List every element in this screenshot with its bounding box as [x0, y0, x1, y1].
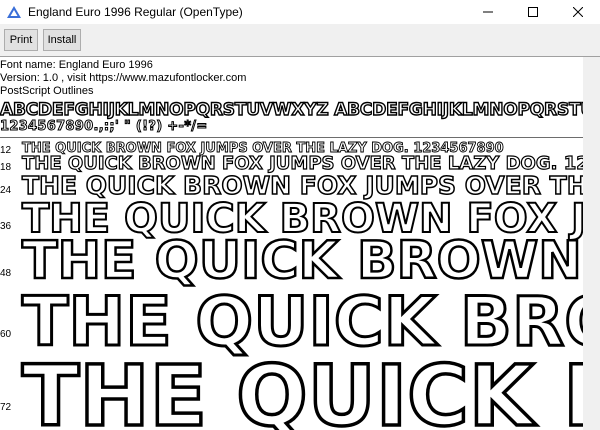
- size-label-36: 36: [0, 221, 12, 232]
- size-label-24: 24: [0, 185, 12, 196]
- close-button[interactable]: [555, 0, 600, 24]
- font-viewer-app-icon: [7, 6, 21, 18]
- size-label-12: 12: [0, 145, 12, 156]
- font-name-text: Font name: England Euro 1996: [0, 59, 153, 71]
- title-bar: England Euro 1996 Regular (OpenType): [0, 0, 600, 24]
- size-label-60: 60: [0, 329, 12, 340]
- install-button[interactable]: Install: [43, 29, 81, 51]
- font-preview-pane: Font name: England Euro 1996 Version: 1.…: [0, 57, 600, 430]
- maximize-button[interactable]: [510, 0, 555, 24]
- vertical-scrollbar[interactable]: [583, 57, 600, 430]
- charset-digits-symbols: 1234567890.,:;' " (!?) +-*/=: [0, 119, 208, 135]
- outline-type-text: PostScript Outlines: [0, 85, 94, 97]
- window-title: England Euro 1996 Regular (OpenType): [28, 5, 243, 19]
- size-label-18: 18: [0, 162, 12, 173]
- minimize-button[interactable]: [465, 0, 510, 24]
- version-text: Version: 1.0 , visit https://www.mazufon…: [0, 72, 247, 84]
- minimize-icon: [482, 11, 493, 13]
- close-icon: [572, 7, 583, 17]
- charset-uppercase: ABCDEFGHIJKLMNOPQRSTUVWXYZ ABCDEFGHIJKLM…: [0, 99, 583, 120]
- preview-area: Font name: England Euro 1996 Version: 1.…: [0, 57, 583, 430]
- sample-72: THE QUICK BROWN FOX: [20, 345, 583, 430]
- sample-48: THE QUICK BROWN FOX JUMPS: [21, 230, 583, 293]
- size-label-72: 72: [0, 402, 12, 413]
- toolbar: Print Install: [0, 24, 600, 56]
- print-button[interactable]: Print: [4, 29, 38, 51]
- maximize-icon: [527, 7, 538, 17]
- size-label-48: 48: [0, 268, 12, 279]
- charset-divider: [0, 137, 583, 138]
